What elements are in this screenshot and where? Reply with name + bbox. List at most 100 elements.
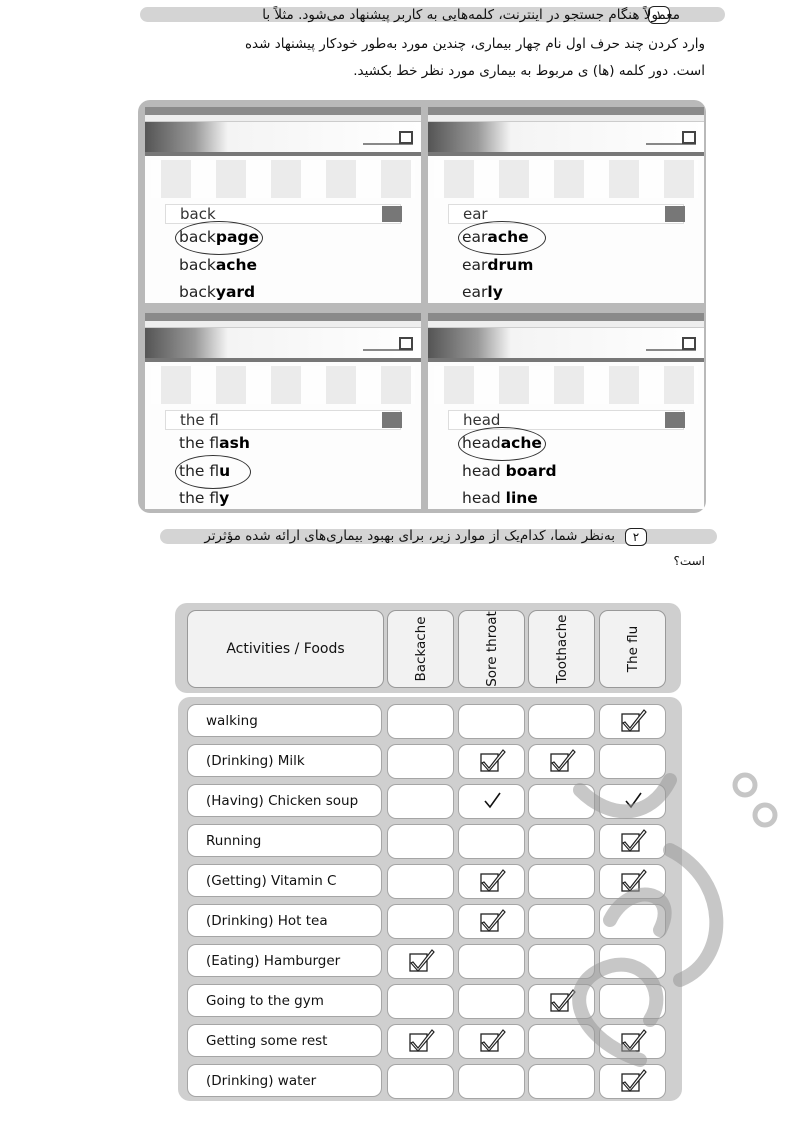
answer-mark: [482, 790, 502, 814]
answer-cell[interactable]: [528, 704, 595, 739]
suggestion-item[interactable]: headache: [458, 427, 704, 461]
checkbox-checked-icon: [620, 708, 647, 732]
answer-cell[interactable]: [387, 1064, 454, 1099]
answer-cell[interactable]: [458, 824, 525, 859]
activity-label: (Drinking) water: [187, 1064, 382, 1097]
browser-toolbar: [145, 313, 421, 321]
suggestion-prefix: the fl: [179, 434, 220, 452]
answer-cell[interactable]: [387, 904, 454, 939]
activity-label: (Drinking) Milk: [187, 744, 382, 777]
activity-label: Going to the gym: [187, 984, 382, 1017]
exercise-2-line-2: است؟: [673, 554, 705, 568]
search-query: ear: [463, 205, 488, 223]
answer-cell[interactable]: [458, 944, 525, 979]
suggestion-item[interactable]: backyard: [179, 279, 421, 303]
search-query: the fl: [180, 411, 219, 429]
header-activities: Activities / Foods: [187, 610, 384, 688]
suggestion-suffix: ache: [215, 255, 258, 274]
site-menu: [434, 160, 698, 198]
search-input[interactable]: the fl: [165, 410, 402, 430]
suggestion-suffix: drum: [487, 255, 534, 274]
search-input[interactable]: head: [448, 410, 685, 430]
suggestion-item[interactable]: backache: [179, 252, 421, 280]
suggestion-suffix: ly: [487, 283, 503, 301]
answer-cell[interactable]: [458, 784, 525, 819]
header-column: Sore throat: [458, 610, 525, 688]
answer-cell[interactable]: [458, 904, 525, 939]
answer-cell[interactable]: [458, 1064, 525, 1099]
site-logo: [646, 337, 696, 351]
site-logo: [646, 131, 696, 145]
suggestion-item[interactable]: the flash: [179, 430, 421, 458]
exercise-2-line-1: به‌نظر شما، کدام‌یک از موارد زیر، برای ب…: [204, 528, 615, 544]
suggestion-item[interactable]: the fly: [179, 485, 421, 509]
suggestion-item[interactable]: head line: [462, 485, 704, 509]
answer-mark: [407, 946, 435, 978]
activity-label: Running: [187, 824, 382, 857]
search-button[interactable]: [382, 412, 402, 428]
answer-cell[interactable]: [458, 704, 525, 739]
suggestion-item[interactable]: earache: [458, 221, 704, 255]
suggestion-prefix: ear: [462, 255, 488, 274]
browser-bookmarks: [145, 321, 421, 328]
column-label: Toothache: [553, 614, 570, 684]
browser-bookmarks: [428, 321, 704, 328]
suggestion-suffix: board: [505, 461, 557, 480]
answer-cell[interactable]: [387, 784, 454, 819]
answer-cell[interactable]: [387, 704, 454, 739]
suggestion-item[interactable]: eardrum: [462, 252, 704, 280]
site-menu: [151, 160, 415, 198]
activity-label: (Drinking) Hot tea: [187, 904, 382, 937]
answer-cell[interactable]: [458, 984, 525, 1019]
activity-label: (Having) Chicken soup: [187, 784, 382, 817]
suggestion-item[interactable]: early: [462, 279, 704, 303]
search-button[interactable]: [665, 412, 685, 428]
search-screenshot: head headache head board head line: [428, 313, 704, 509]
answer-cell[interactable]: [387, 944, 454, 979]
site-banner: [428, 122, 704, 152]
search-button[interactable]: [665, 206, 685, 222]
suggestion-prefix: ear: [462, 283, 488, 301]
activity-label: Getting some rest: [187, 1024, 382, 1057]
site-navbar: [428, 152, 704, 156]
answer-mark: [619, 706, 647, 738]
exercise-1-line-3: است. دور کلمه (ها) ی مربوط به بیماری مور…: [353, 63, 705, 79]
checkbox-checked-icon: [479, 748, 506, 772]
answer-cell[interactable]: [387, 984, 454, 1019]
column-label: Sore throat: [483, 611, 500, 687]
answer-cell[interactable]: [387, 864, 454, 899]
answer-cell[interactable]: [599, 704, 666, 739]
suggestion-item[interactable]: backpage: [175, 221, 421, 255]
suggestion-prefix: head: [462, 489, 506, 507]
answer-cell[interactable]: [458, 1024, 525, 1059]
site-navbar: [145, 152, 421, 156]
checkbox-checked-icon: [408, 948, 435, 972]
suggestion-prefix: back: [179, 255, 216, 274]
exercise-2-number: ۲: [625, 528, 647, 546]
watermark-logo: [572, 772, 778, 1067]
suggestion-suffix: yard: [215, 283, 256, 301]
search-screenshot: the fl the flash the flu the fly: [145, 313, 421, 509]
suggestion-item[interactable]: head board: [462, 458, 704, 486]
answer-cell[interactable]: [458, 744, 525, 779]
search-input[interactable]: ear: [448, 204, 685, 224]
browser-toolbar: [428, 107, 704, 115]
column-label: The flu: [624, 625, 641, 673]
suggestion-item[interactable]: the flu: [175, 454, 421, 489]
exercise-1-line-2: وارد کردن چند حرف اول نام چهار بیماری، چ…: [244, 36, 705, 52]
answer-cell[interactable]: [458, 864, 525, 899]
table-header: Activities / Foods Backache Sore throat To…: [175, 603, 681, 693]
answer-cell[interactable]: [387, 1024, 454, 1059]
checkbox-checked-icon: [479, 868, 506, 892]
activity-label: (Eating) Hamburger: [187, 944, 382, 977]
suggestion-suffix: line: [505, 489, 538, 507]
suggestion-suffix: ash: [219, 434, 250, 452]
search-screenshot: back backpage backache backyard: [145, 107, 421, 303]
search-input[interactable]: back: [165, 204, 402, 224]
search-button[interactable]: [382, 206, 402, 222]
browser-toolbar: [145, 107, 421, 115]
textbook-page: ۱ معمولاً هنگام جستجو در اینترنت، کلمه‌ه…: [0, 0, 800, 1125]
answer-cell[interactable]: [387, 824, 454, 859]
answer-cell[interactable]: [387, 744, 454, 779]
site-logo: [363, 131, 413, 145]
